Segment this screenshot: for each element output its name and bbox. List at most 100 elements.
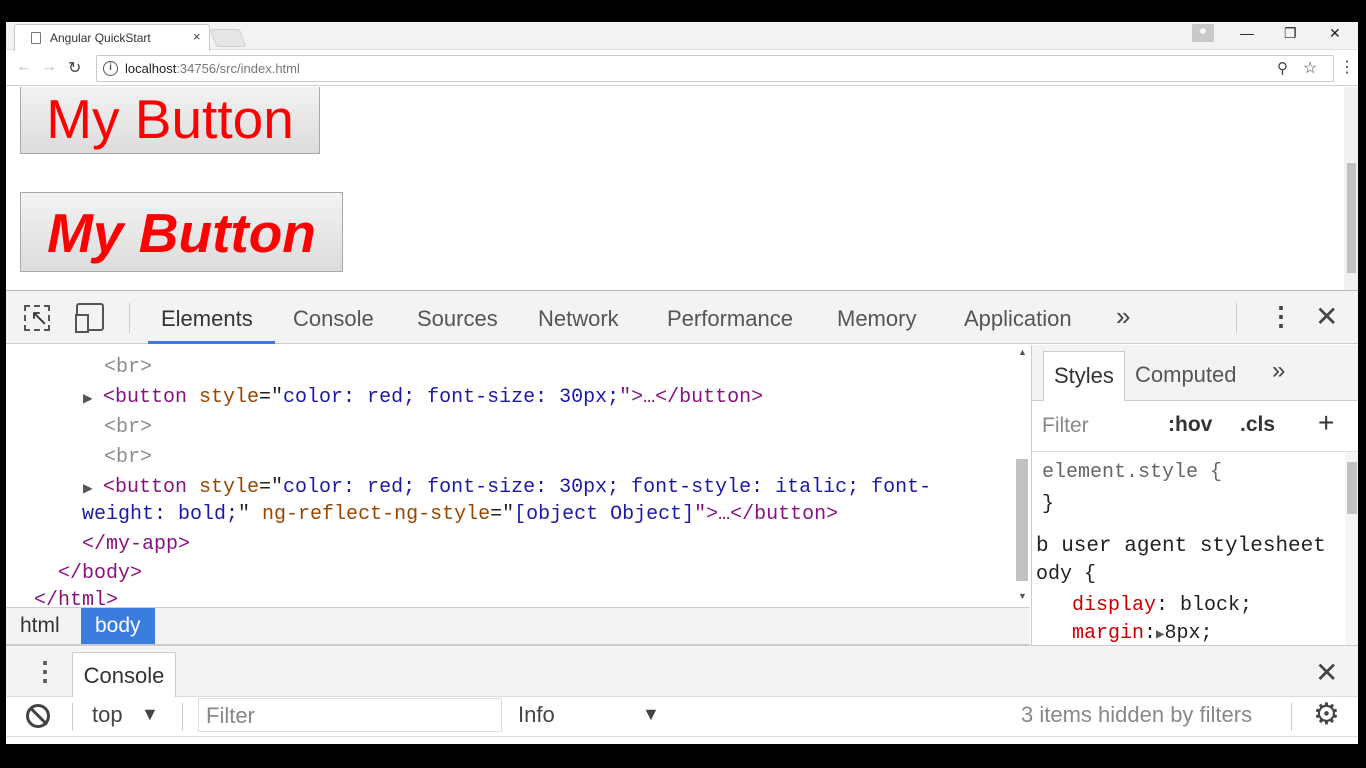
element-style-close: }	[1042, 493, 1055, 516]
tree-node-myapp-close[interactable]: </my-app>	[82, 532, 190, 558]
tab-title: Angular QuickStart	[50, 31, 151, 45]
hover-state-toggle[interactable]: :hov	[1168, 413, 1212, 437]
tree-scrollbar-thumb[interactable]	[1016, 459, 1028, 581]
body-selector: ody {	[1036, 563, 1097, 586]
attr-eq: ="	[259, 476, 284, 499]
my-button-plain[interactable]: My Button	[20, 87, 320, 154]
tab-computed[interactable]: Computed	[1125, 351, 1247, 401]
prop-name: margin	[1072, 622, 1145, 645]
page-icon	[31, 32, 41, 44]
attr-value: color: red; font-size: 30px;	[283, 386, 620, 409]
styles-tabs: Styles Computed »	[1032, 345, 1358, 401]
log-level-select[interactable]: Info	[518, 702, 555, 728]
tab-network[interactable]: Network	[538, 306, 619, 332]
forward-icon[interactable]: →	[41, 58, 57, 76]
tab-elements[interactable]: Elements	[161, 306, 253, 332]
prop-name: display	[1072, 594, 1157, 617]
reload-icon[interactable]: ↻	[68, 58, 81, 78]
expand-triangle-icon[interactable]: ▶	[83, 478, 93, 498]
tree-node-button-cont[interactable]: weight: bold;" ng-reflect-ng-style="[obj…	[82, 502, 838, 528]
element-style-rule[interactable]: element.style {	[1042, 459, 1222, 487]
devtools-panel: Elements Console Sources Network Perform…	[6, 290, 1358, 744]
attr-value: [object Object]	[514, 503, 695, 526]
attr-sep: "	[238, 503, 263, 526]
tree-node-button[interactable]: <button style="color: red; font-size: 30…	[103, 475, 931, 501]
styles-scrollbar-thumb[interactable]	[1347, 462, 1357, 514]
drawer-tabbar: ⋮ Console ✕	[6, 645, 1358, 699]
tab-close-icon[interactable]: ×	[193, 29, 201, 44]
tree-node-body-close[interactable]: </body>	[58, 561, 142, 587]
info-icon[interactable]: i	[103, 61, 118, 76]
elements-tree[interactable]: <br> ▶ <button style="color: red; font-s…	[6, 345, 1018, 607]
tree-node-br[interactable]: <br>	[104, 355, 152, 381]
browser-window: Angular QuickStart × — ❐ ✕ ← → ↻ i local…	[6, 22, 1358, 744]
toolbar-divider	[1236, 303, 1237, 333]
device-toolbar-icon[interactable]	[75, 303, 104, 333]
tree-node-br[interactable]: <br>	[104, 445, 152, 471]
filter-placeholder: Filter	[206, 703, 255, 728]
tab-application[interactable]: Application	[964, 306, 1072, 332]
my-button-styled[interactable]: My Button	[20, 192, 343, 272]
devtools-toolbar: Elements Console Sources Network Perform…	[6, 291, 1358, 344]
crumb-html[interactable]: html	[6, 608, 74, 644]
context-select[interactable]: top	[92, 702, 123, 728]
more-panes-icon[interactable]: »	[1272, 357, 1285, 385]
active-tab-indicator	[148, 341, 275, 344]
devtools-menu-icon[interactable]: ⋮	[1268, 301, 1294, 332]
more-tabs-icon[interactable]: »	[1116, 301, 1130, 332]
attr-value: weight: bold;	[82, 503, 239, 526]
profile-icon[interactable]	[1192, 24, 1214, 42]
scroll-down-icon[interactable]: ▼	[1018, 591, 1027, 601]
prop-sep: :	[1156, 594, 1169, 617]
bookmark-star-icon[interactable]: ☆	[1303, 58, 1317, 78]
url-host: localhost	[125, 61, 177, 76]
back-icon[interactable]: ←	[16, 58, 32, 76]
styles-pane: Styles Computed » Filter :hov .cls + ele…	[1031, 345, 1358, 645]
tree-node-button[interactable]: <button style="color: red; font-size: 30…	[103, 385, 763, 411]
styles-scrollbar[interactable]	[1345, 452, 1358, 645]
chevron-down-icon[interactable]: ▼	[141, 704, 159, 725]
address-bar[interactable]: i localhost:34756/src/index.html ⚲ ☆	[96, 55, 1334, 82]
expand-triangle-icon[interactable]: ▶	[83, 388, 93, 408]
browser-tab[interactable]: Angular QuickStart ×	[14, 24, 210, 51]
page-scrollbar-thumb[interactable]	[1347, 163, 1356, 273]
tab-memory[interactable]: Memory	[837, 306, 916, 332]
tree-node-html-close[interactable]: </html>	[34, 588, 118, 607]
scroll-up-icon[interactable]: ▲	[1018, 347, 1027, 357]
tab-strip: Angular QuickStart × — ❐ ✕	[6, 22, 1358, 51]
tree-node-br[interactable]: <br>	[104, 415, 152, 441]
tag-close: ">…</button>	[619, 386, 764, 409]
tab-styles[interactable]: Styles	[1043, 351, 1125, 401]
chevron-down-icon[interactable]: ▼	[642, 704, 660, 725]
crumb-body[interactable]: body	[81, 608, 155, 644]
styles-filter-input[interactable]: Filter	[1042, 414, 1089, 438]
tab-console[interactable]: Console	[293, 306, 374, 332]
hidden-items-status: 3 items hidden by filters	[1021, 702, 1253, 727]
attr-name: style	[199, 476, 260, 499]
minimize-button[interactable]: —	[1240, 25, 1254, 41]
drawer-menu-icon[interactable]: ⋮	[32, 656, 58, 687]
tab-sources[interactable]: Sources	[417, 306, 498, 332]
add-rule-icon[interactable]: +	[1318, 407, 1334, 439]
drawer-close-icon[interactable]: ✕	[1315, 656, 1338, 689]
inspect-element-icon[interactable]	[24, 305, 50, 331]
drawer-tab-console[interactable]: Console	[72, 652, 176, 699]
url-path: :34756/src/index.html	[176, 61, 300, 76]
close-window-button[interactable]: ✕	[1329, 25, 1341, 42]
css-property-display[interactable]: display: block;	[1072, 592, 1252, 620]
browser-menu-icon[interactable]: ⋮	[1339, 57, 1355, 77]
devtools-close-icon[interactable]: ✕	[1315, 300, 1338, 333]
tab-performance[interactable]: Performance	[667, 306, 793, 332]
new-tab-button[interactable]	[209, 29, 247, 47]
url-text[interactable]: localhost:34756/src/index.html	[125, 61, 300, 76]
css-property-margin[interactable]: margin:▶8px;	[1072, 620, 1212, 645]
prop-value: 8px;	[1164, 622, 1213, 645]
gear-icon[interactable]: ⚙	[1313, 697, 1340, 732]
zoom-icon[interactable]: ⚲	[1277, 59, 1288, 77]
page-scrollbar[interactable]	[1344, 87, 1358, 290]
tree-scrollbar[interactable]: ▲ ▼	[1014, 345, 1031, 607]
clear-console-icon[interactable]	[26, 704, 50, 728]
restore-button[interactable]: ❐	[1284, 25, 1297, 42]
console-filter-input[interactable]: Filter	[198, 698, 502, 732]
class-toggle[interactable]: .cls	[1240, 413, 1275, 437]
